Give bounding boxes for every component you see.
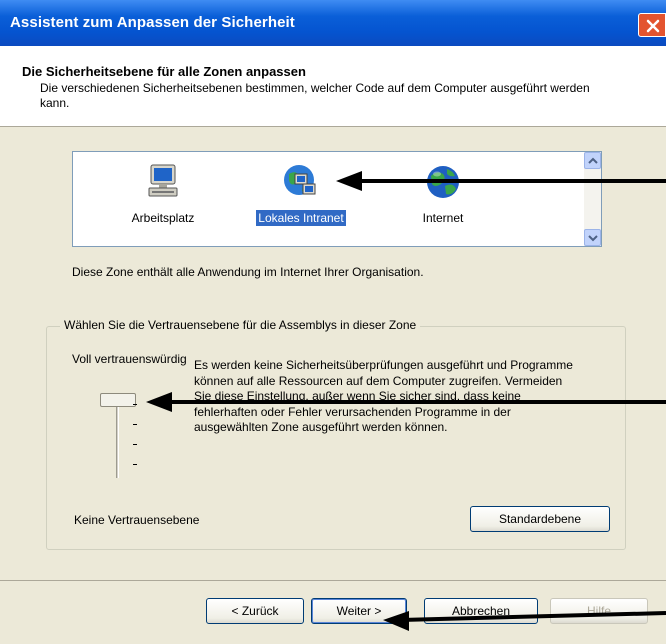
window-title: Assistent zum Anpassen der Sicherheit xyxy=(10,14,295,31)
annotation-arrow-next xyxy=(383,611,666,631)
scroll-up-button[interactable] xyxy=(584,152,601,169)
slider-tick xyxy=(133,444,137,445)
intranet-icon xyxy=(284,165,316,195)
wizard-header: Die Sicherheitsebene für alle Zonen anpa… xyxy=(0,46,666,127)
trust-slider-thumb[interactable] xyxy=(100,393,136,407)
trust-slider-track[interactable] xyxy=(116,398,119,478)
slider-tick xyxy=(133,464,137,465)
chevron-down-icon xyxy=(588,235,598,242)
zone-item-arbeitsplatz[interactable]: Arbeitsplatz xyxy=(108,162,218,226)
annotation-arrow-zone xyxy=(336,171,666,191)
slider-tick xyxy=(133,404,137,405)
trust-max-label: Voll vertrauenswürdig xyxy=(72,352,187,366)
close-icon xyxy=(646,19,660,33)
back-button[interactable]: < Zurück xyxy=(206,598,304,624)
header-description: Die verschiedenen Sicherheitsebenen best… xyxy=(40,81,590,110)
header-title: Die Sicherheitsebene für alle Zonen anpa… xyxy=(22,64,306,79)
zone-label: Arbeitsplatz xyxy=(131,211,195,225)
footer-divider xyxy=(0,580,666,581)
annotation-arrow-slider xyxy=(146,392,666,412)
chevron-up-icon xyxy=(588,157,598,164)
trust-min-label: Keine Vertrauensebene xyxy=(74,513,200,527)
security-wizard-window: Assistent zum Anpassen der Sicherheit Di… xyxy=(0,0,666,644)
default-level-button[interactable]: Standardebene xyxy=(470,506,610,532)
trust-group-label: Wählen Sie die Vertrauensebene für die A… xyxy=(60,318,421,332)
zone-description: Diese Zone enthält alle Anwendung im Int… xyxy=(72,265,424,279)
close-button[interactable] xyxy=(638,13,666,37)
zone-label: Internet xyxy=(422,211,464,225)
zone-list[interactable]: Arbeitsplatz Lokales Intranet Internet xyxy=(72,151,602,247)
zone-label-selected: Lokales Intranet xyxy=(255,209,347,227)
scroll-down-button[interactable] xyxy=(584,229,601,246)
slider-tick xyxy=(133,424,137,425)
title-bar: Assistent zum Anpassen der Sicherheit xyxy=(0,0,666,46)
computer-icon xyxy=(148,164,178,197)
zone-list-scrollbar[interactable] xyxy=(584,152,601,246)
